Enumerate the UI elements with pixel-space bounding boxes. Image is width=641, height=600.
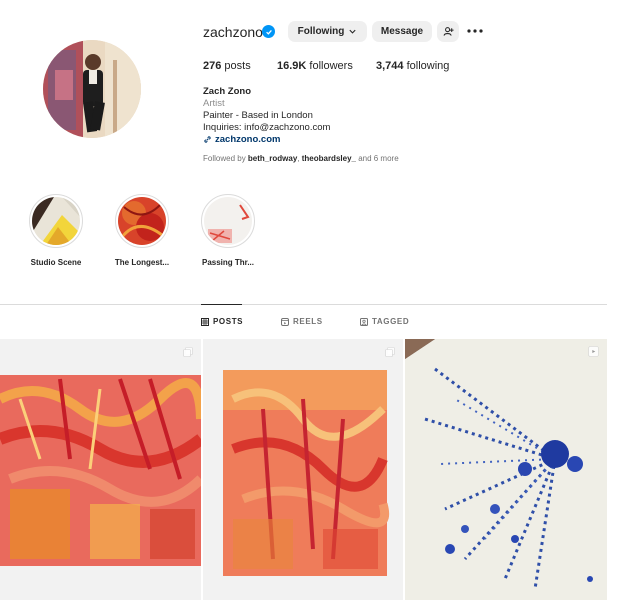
- more-options-icon[interactable]: [466, 23, 484, 39]
- following-count-value: 3,744: [376, 60, 404, 72]
- link-icon: [204, 136, 211, 143]
- posts-count-label: posts: [221, 60, 251, 72]
- add-user-icon: [443, 27, 454, 36]
- highlight-cover: [204, 197, 252, 245]
- tagged-icon: [360, 317, 368, 326]
- bio-line: Painter - Based in London: [203, 110, 313, 121]
- following-count-label: following: [403, 60, 450, 72]
- chevron-down-icon: [349, 29, 356, 34]
- tab-reels[interactable]: REELS: [281, 317, 323, 326]
- followers-count-value: 16.9K: [277, 60, 307, 72]
- following-count[interactable]: 3,744 following: [376, 60, 449, 72]
- tab-reels-label: REELS: [293, 317, 323, 326]
- followers-count[interactable]: 16.9K followers: [277, 60, 353, 72]
- followers-count-label: followers: [306, 60, 353, 72]
- profile-category: Artist: [203, 98, 225, 109]
- grid-icon: [201, 317, 209, 326]
- followed-by-user: theobardsley_: [301, 154, 356, 163]
- highlight-studio-scene[interactable]: [29, 194, 83, 248]
- profile-avatar[interactable]: [43, 40, 141, 138]
- verified-badge-icon: [262, 25, 275, 38]
- followed-by[interactable]: Followed by beth_rodway, theobardsley_ a…: [203, 154, 399, 163]
- message-button[interactable]: Message: [372, 21, 432, 42]
- tab-posts-label: POSTS: [213, 317, 244, 326]
- active-tab-indicator: [201, 304, 242, 305]
- post-image: [405, 339, 607, 600]
- followed-by-prefix: Followed by: [203, 154, 248, 163]
- reels-icon: [281, 317, 289, 326]
- highlight-ring: [29, 194, 83, 248]
- suggested-users-button[interactable]: [437, 21, 459, 42]
- post-image: [0, 339, 201, 600]
- highlight-ring: [115, 194, 169, 248]
- followed-by-suffix: and 6 more: [355, 154, 399, 163]
- highlight-the-longest[interactable]: [115, 194, 169, 248]
- reel-icon: [588, 346, 599, 357]
- highlight-cover: [32, 197, 80, 245]
- message-button-label: Message: [380, 26, 424, 37]
- highlight-passing-through[interactable]: [201, 194, 255, 248]
- tab-tagged[interactable]: TAGGED: [360, 317, 409, 326]
- profile-full-name: Zach Zono: [203, 86, 252, 97]
- highlight-label: The Longest...: [114, 258, 170, 267]
- following-button[interactable]: Following: [288, 21, 367, 42]
- highlight-label: Passing Thr...: [201, 258, 254, 267]
- profile-username: zachzono: [203, 24, 263, 40]
- profile-link[interactable]: zachzono.com: [203, 134, 280, 145]
- highlight-ring: [201, 194, 255, 248]
- tabs-divider: [0, 304, 607, 305]
- posts-count-value: 276: [203, 60, 222, 72]
- highlight-cover: [118, 197, 166, 245]
- post-thumbnail[interactable]: [0, 339, 201, 600]
- bio-line: Inquiries: info@zachzono.com: [203, 122, 331, 133]
- tab-tagged-label: TAGGED: [372, 317, 410, 326]
- highlight-label: Studio Scene: [30, 258, 82, 267]
- profile-link-text: zachzono.com: [215, 134, 281, 145]
- post-thumbnail[interactable]: [203, 339, 403, 600]
- multiple-posts-icon: [385, 347, 395, 357]
- following-button-label: Following: [297, 26, 345, 37]
- posts-count: 276 posts: [203, 60, 251, 72]
- post-image: [203, 339, 403, 600]
- post-thumbnail[interactable]: [405, 339, 607, 600]
- tab-posts[interactable]: POSTS: [201, 317, 243, 326]
- followed-by-user: beth_rodway: [247, 154, 298, 163]
- multiple-posts-icon: [183, 347, 193, 357]
